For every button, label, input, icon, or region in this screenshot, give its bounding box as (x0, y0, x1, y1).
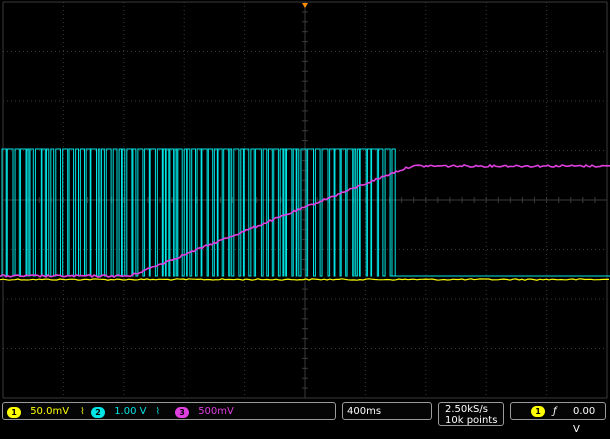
ch3-badge: 3 (175, 406, 189, 418)
sample-rate: 2.50kS/s (445, 404, 488, 415)
graticule (0, 0, 610, 400)
trigger-readout[interactable]: 1 ƒ 0.00 V (510, 402, 606, 435)
ch1-scale: 50.0mV (30, 406, 70, 417)
ch2-badge: 2 (91, 406, 105, 418)
ch2-scale: 1.00 V (114, 406, 147, 417)
status-bar: 1 50.0mV ⌇ 2 1.00 V ⌇ 3 500mV 400ms 2.50… (0, 400, 610, 435)
waveform-screen (0, 0, 610, 400)
ch2-readout[interactable]: 2 1.00 V ⌇ (91, 403, 160, 422)
channel-readout-box[interactable]: 1 50.0mV ⌇ 2 1.00 V ⌇ 3 500mV (2, 402, 336, 420)
ch3-scale: 500mV (198, 406, 234, 417)
ch3-readout[interactable]: 3 500mV (175, 403, 234, 422)
acquisition-readout[interactable]: 2.50kS/s 10k points (438, 402, 504, 426)
trigger-level: 0.00 V (573, 406, 596, 435)
timebase-scale: 400ms (347, 406, 382, 417)
record-length: 10k points (445, 415, 498, 426)
timebase-readout[interactable]: 400ms (342, 402, 432, 420)
ch1-badge: 1 (7, 406, 21, 418)
rising-edge-icon: ƒ (553, 406, 557, 417)
trigger-source-badge: 1 (531, 406, 545, 417)
bandwidth-limit-icon: ⌇ (155, 407, 161, 417)
bandwidth-limit-icon: ⌇ (80, 407, 85, 417)
ch1-readout[interactable]: 1 50.0mV ⌇ (7, 403, 85, 422)
oscilloscope-display: 1 50.0mV ⌇ 2 1.00 V ⌇ 3 500mV 400ms 2.50… (0, 0, 610, 435)
